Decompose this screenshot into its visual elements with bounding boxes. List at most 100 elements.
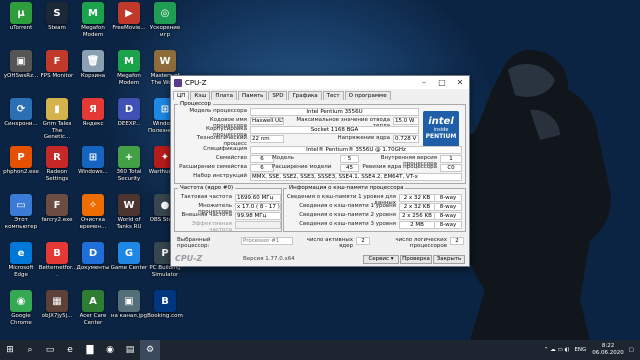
desktop-app-icon: ▭ <box>10 194 32 216</box>
desktop-icon[interactable]: G Game Center <box>110 242 148 272</box>
l2-size: 2 x 256 KB <box>399 212 435 220</box>
desktop-icon[interactable]: D Документы <box>74 242 112 272</box>
processor-select[interactable]: Processor #1 <box>241 237 293 245</box>
desktop-icon[interactable]: ⊞ Windows... <box>74 146 112 176</box>
desktop-icon[interactable]: S Steam <box>38 2 76 32</box>
clock[interactable]: 8:22 06.06.2020 <box>592 343 624 357</box>
desktop-icon[interactable]: ✧ Очистка времен... <box>74 194 112 230</box>
desktop-icon[interactable]: W World of Tanks RU <box>110 194 148 230</box>
desktop-app-icon: ▦ <box>46 290 68 312</box>
desktop-icon[interactable]: ⟳ Синхрони... <box>2 98 40 128</box>
validate-button[interactable]: Проверка <box>400 255 432 264</box>
tab-mainboard[interactable]: Плата <box>211 91 237 100</box>
desktop-app-icon: P <box>10 146 32 168</box>
package-value: Socket 1168 BGA <box>250 126 419 134</box>
cache-legend: Информация о кэш-памяти процессора <box>287 185 406 191</box>
desktop-icon-label: Этот компьютер <box>4 217 38 230</box>
desktop-icon[interactable]: F FPS Monitor <box>38 50 76 80</box>
desktop-app-icon: W <box>154 50 176 72</box>
desktop-app-icon: D <box>82 242 104 264</box>
desktop-app-icon: F <box>46 194 68 216</box>
minimize-button[interactable]: – <box>415 76 433 89</box>
desktop-icon[interactable]: M Megafon Modem <box>110 50 148 86</box>
desktop-icon[interactable]: +360 Total Security <box>110 146 148 182</box>
tab-memory[interactable]: Память <box>237 91 268 100</box>
tab-graphics[interactable]: Графика <box>288 91 322 100</box>
tab-about[interactable]: О программе <box>344 91 391 100</box>
close-window-button[interactable]: ✕ <box>451 76 469 89</box>
core-speed-label: Тактовая частота <box>180 194 232 200</box>
desktop-icon[interactable]: ◉ Google Chrome <box>2 290 40 326</box>
core-speed-value: 1699.60 МГц <box>235 194 281 202</box>
cpuz-taskbar-icon[interactable]: ⚙ <box>140 340 160 360</box>
cpuz-app-icon <box>174 78 182 87</box>
tab-cache[interactable]: Кэш <box>190 91 211 100</box>
language-indicator[interactable]: ENG <box>574 347 586 353</box>
title-bar[interactable]: CPU-Z – □ ✕ <box>171 76 469 89</box>
desktop-icon-label: Booking.com <box>147 313 183 319</box>
desktop-app-icon: G <box>118 242 140 264</box>
desktop-icon[interactable]: Я Яндекс <box>74 98 112 128</box>
desktop: µ uTorrent S Steam M Megafon Modem ▶ FreeMovie.… <box>0 0 640 340</box>
desktop-icon[interactable]: B Betternetfor... <box>38 242 76 278</box>
desktop-icon[interactable]: Ffarcry2.exe <box>38 194 76 224</box>
desktop-icon-label: Betternetfor... <box>38 265 76 278</box>
desktop-icon-label: Ускорение игр <box>149 25 181 38</box>
desktop-icon[interactable]: ▣ на канал.jpg <box>110 290 148 320</box>
maximize-button[interactable]: □ <box>433 76 451 89</box>
desktop-icon[interactable]: ▣ yOHSwsRz... <box>2 50 40 80</box>
close-button[interactable]: Закрыть <box>433 255 465 264</box>
desktop-icon[interactable]: D DEEXP... <box>110 98 148 128</box>
desktop-icon-label: Steam <box>48 25 66 31</box>
desktop-app-icon: S <box>46 2 68 24</box>
desktop-icon[interactable]: ▶ FreeMovie... <box>110 2 148 32</box>
multiplier-value: x 17.0 ( 8 - 17 ) <box>235 203 281 211</box>
desktop-app-icon: ✧ <box>82 194 104 216</box>
threads-label: число логических процессоров <box>395 237 447 249</box>
service-button[interactable]: Сервис ▾ <box>363 255 399 264</box>
l3-way: 8-way <box>434 221 462 229</box>
search-icon[interactable]: ⌕ <box>20 340 40 360</box>
desktop-app-icon: e <box>10 242 32 264</box>
task-view-icon[interactable]: ▭ <box>40 340 60 360</box>
notifications-icon[interactable]: ▢ <box>629 347 634 353</box>
start-icon[interactable]: ⊞ <box>0 340 20 360</box>
clocks-panel: Частота (ядро #0) Тактовая частота 1699.… <box>174 185 282 233</box>
desktop-icon-label: Microsoft Edge <box>8 265 34 278</box>
desktop-app-icon: F <box>46 50 68 72</box>
edge-icon[interactable]: e <box>60 340 80 360</box>
l3-size: 2 MB <box>399 221 435 229</box>
chrome-icon[interactable]: ◉ <box>100 340 120 360</box>
desktop-icon[interactable]: e Microsoft Edge <box>2 242 40 278</box>
effective-speed-label: Эффективная частота <box>191 221 232 233</box>
tab-cpu[interactable]: ЦП <box>173 91 190 100</box>
desktop-icon[interactable]: M Megafon Modem <box>74 2 112 38</box>
desktop-icon[interactable]: R Radeon Settings <box>38 146 76 182</box>
desktop-icon[interactable]: µ uTorrent <box>2 2 40 32</box>
tab-spd[interactable]: SPD <box>268 91 288 100</box>
desktop-icon[interactable]: A Acer Care Center <box>74 290 112 326</box>
desktop-icon[interactable]: ▦ obJX7jy5j... <box>38 290 76 320</box>
desktop-icon[interactable]: B Booking.com <box>146 290 184 320</box>
cache-panel: Информация о кэш-памяти процессора Сведе… <box>283 185 466 232</box>
desktop-icon[interactable]: 🗑 Корзина <box>74 50 112 80</box>
app-icon[interactable]: ▤ <box>120 340 140 360</box>
desktop-app-icon: Я <box>82 98 104 120</box>
technology-value: 22 nm <box>250 135 284 143</box>
tray-icons[interactable]: ⌃ ☁ ▭ ◖) <box>544 347 570 353</box>
desktop-icon-label: uTorrent <box>9 25 33 31</box>
tab-strip: ЦП Кэш Плата Память SPD Графика Тест О п… <box>171 89 469 100</box>
desktop-icon[interactable]: ◎ Ускорение игр <box>146 2 184 38</box>
desktop-app-icon: ◉ <box>10 290 32 312</box>
desktop-icon-label: Очистка времен... <box>79 217 107 230</box>
tab-bench[interactable]: Тест <box>322 91 344 100</box>
desktop-icon[interactable]: Pphphon2.exe <box>2 146 40 176</box>
desktop-icon-label: Google Chrome <box>10 313 32 326</box>
explorer-icon[interactable]: ▇ <box>80 340 100 360</box>
desktop-icon[interactable]: ▭ Этот компьютер <box>2 194 40 230</box>
desktop-icon-label: Windows... <box>78 169 108 175</box>
desktop-icon[interactable]: ▮ Grim Tales The Genetic... <box>38 98 76 141</box>
instructions-value: MMX, SSE, SSE2, SSE3, SSSE3, SSE4.1, SSE… <box>250 173 462 181</box>
ext-model-label: Расширение модели <box>272 164 332 170</box>
processor-legend: Процессор <box>178 101 214 107</box>
